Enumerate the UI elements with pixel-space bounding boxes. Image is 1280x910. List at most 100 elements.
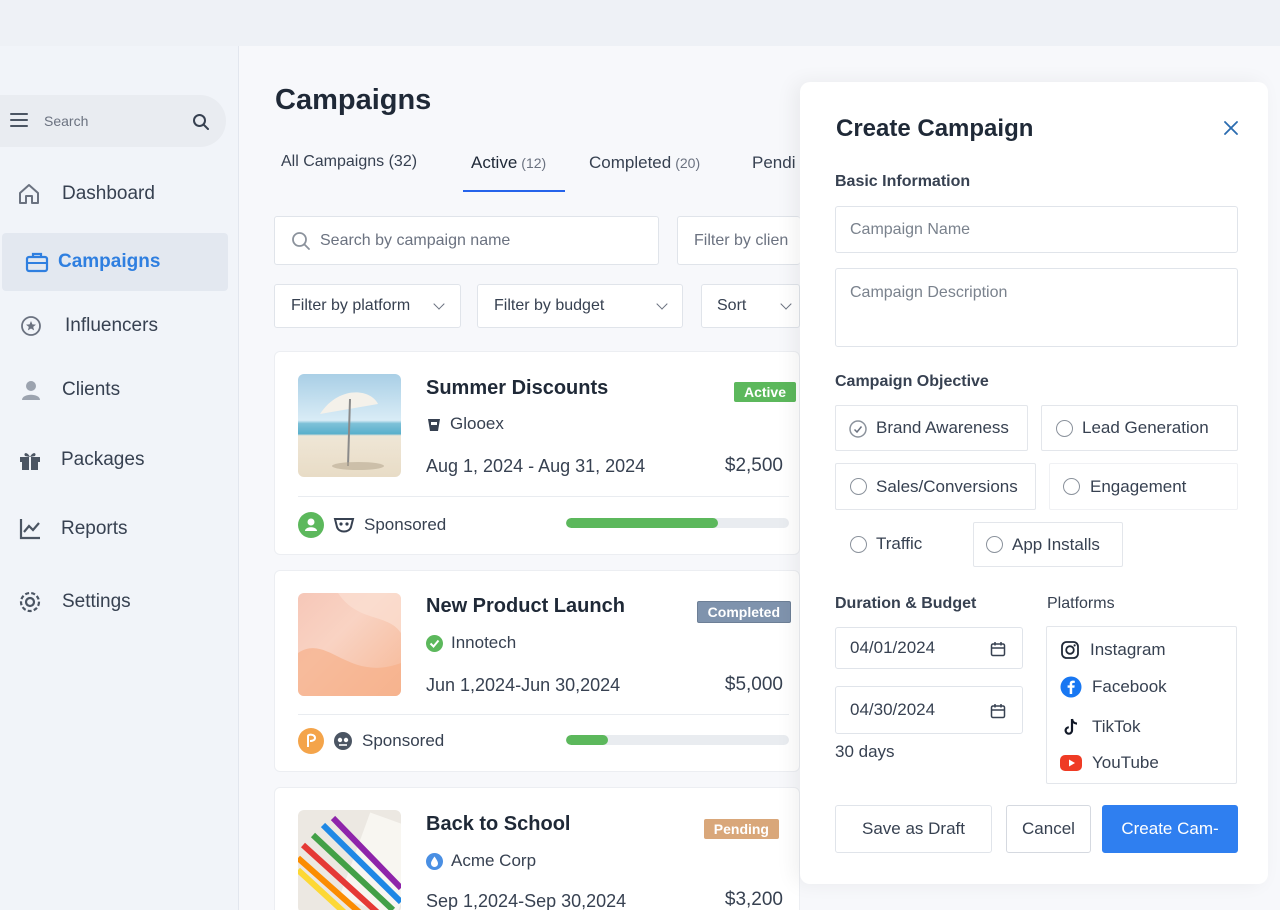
campaign-title: Summer Discounts — [426, 377, 609, 399]
end-date-field[interactable]: 04/30/2024 — [835, 686, 1023, 734]
objective-lead-generation[interactable]: Lead Generation — [1041, 405, 1238, 451]
sidebar-item-clients[interactable]: Clients — [0, 361, 228, 419]
cancel-button[interactable]: Cancel — [1006, 805, 1091, 853]
filter-budget-select[interactable]: Filter by budget — [477, 284, 683, 328]
campaign-client: Innotech — [426, 633, 516, 653]
status-badge: Completed — [696, 601, 791, 623]
close-icon[interactable] — [1222, 119, 1240, 137]
campaign-thumbnail — [298, 374, 401, 477]
platform-youtube[interactable]: YouTube — [1060, 753, 1159, 773]
campaign-tag: Sponsored — [362, 731, 445, 750]
gear-icon — [19, 591, 41, 613]
sidebar-item-campaigns[interactable]: Campaigns — [2, 233, 228, 291]
radio-button — [986, 536, 1003, 553]
tab-active[interactable]: Active (12) — [471, 153, 546, 173]
page-title: Campaigns — [275, 84, 432, 116]
instagram-icon — [1061, 641, 1079, 659]
progress-bar — [566, 735, 789, 745]
gift-icon — [20, 453, 40, 470]
end-date-value: 04/30/2024 — [850, 700, 936, 719]
filter-platform-select[interactable]: Filter by platform — [274, 284, 461, 328]
calendar-icon[interactable] — [990, 641, 1006, 657]
sort-select[interactable]: Sort — [701, 284, 800, 328]
campaign-title: New Product Launch — [426, 595, 625, 617]
platform-label: Instagram — [1090, 640, 1166, 659]
campaign-thumbnail — [298, 593, 401, 696]
chevron-down-icon — [433, 298, 445, 310]
sidebar-item-influencers[interactable]: Influencers — [0, 297, 228, 355]
radio-button — [850, 535, 867, 553]
search-icon — [292, 232, 310, 250]
tab-pending[interactable]: Pendi — [752, 153, 800, 173]
campaign-tag: Sponsored — [364, 515, 447, 534]
briefcase-icon — [25, 252, 49, 273]
campaign-card[interactable]: New Product Launch Completed Innotech Ju… — [274, 570, 800, 772]
tab-completed[interactable]: Completed (20) — [589, 153, 700, 173]
campaign-footer: Sponsored — [298, 512, 446, 538]
tab-count: (12) — [521, 155, 547, 171]
sidebar-item-label: Settings — [62, 591, 131, 612]
objective-engagement[interactable]: Engagement — [1049, 463, 1238, 510]
chevron-down-icon — [656, 298, 668, 310]
sidebar-item-label: Clients — [62, 379, 121, 400]
objective-brand-awareness[interactable]: Brand Awareness — [835, 405, 1028, 451]
progress-fill — [566, 518, 718, 528]
campaign-card[interactable]: Summer Discounts Active Glooex Aug 1, 20… — [274, 351, 800, 555]
campaign-dates: Sep 1,2024-Sep 30,2024 — [426, 891, 627, 910]
client-name: Innotech — [451, 633, 517, 652]
active-tab-indicator — [463, 190, 565, 192]
client-logo-icon — [428, 419, 440, 431]
sidebar-item-settings[interactable]: Settings — [0, 573, 228, 631]
campaign-objective-label: Campaign Objective — [835, 373, 989, 390]
sidebar-item-packages[interactable]: Packages — [0, 431, 228, 489]
sort-label: Sort — [717, 297, 747, 314]
sidebar-search-placeholder: Search — [44, 113, 89, 129]
filter-client-select[interactable]: Filter by clien — [677, 216, 800, 265]
platform-tiktok[interactable]: TikTok — [1060, 716, 1141, 738]
calendar-icon[interactable] — [990, 703, 1006, 719]
status-badge: Pending — [703, 819, 779, 839]
sponsor-icon — [334, 732, 352, 750]
save-draft-button[interactable]: Save as Draft — [835, 805, 992, 853]
status-badge: Active — [733, 382, 796, 402]
check-circle-icon — [426, 634, 443, 652]
objective-traffic[interactable]: Traffic — [835, 522, 965, 566]
platform-instagram[interactable]: Instagram — [1060, 640, 1166, 660]
campaign-search-input[interactable]: Search by campaign name — [274, 216, 659, 265]
campaign-name-field[interactable]: Campaign Name — [835, 206, 1238, 253]
search-icon[interactable] — [192, 113, 210, 131]
tab-all-campaigns[interactable]: All Campaigns (32) — [281, 153, 417, 171]
sidebar-item-label: Reports — [61, 518, 128, 539]
sidebar-item-dashboard[interactable]: Dashboard — [0, 165, 228, 223]
sidebar-item-label: Influencers — [65, 315, 158, 336]
tab-count: (20) — [675, 155, 701, 171]
card-divider — [298, 714, 789, 715]
campaign-description-field[interactable]: Campaign Description — [835, 268, 1238, 347]
check-radio-icon — [849, 420, 867, 438]
campaign-thumbnail — [298, 810, 401, 910]
avatar — [298, 728, 324, 754]
client-name: Acme Corp — [451, 851, 537, 870]
menu-icon[interactable] — [10, 113, 28, 127]
objective-label: Lead Generation — [1082, 418, 1209, 437]
create-campaign-button[interactable]: Create Cam- — [1102, 805, 1238, 853]
sidebar-item-reports[interactable]: Reports — [0, 500, 228, 558]
objective-label: Engagement — [1090, 476, 1187, 496]
platform-label: YouTube — [1092, 753, 1159, 772]
start-date-field[interactable]: 04/01/2024 — [835, 627, 1023, 669]
objective-app-installs[interactable]: App Installs — [973, 522, 1123, 567]
sidebar-search[interactable]: Search — [0, 95, 226, 147]
facebook-icon — [1060, 676, 1082, 698]
campaign-card[interactable]: Back to School Pending Acme Corp Sep 1,2… — [274, 787, 800, 910]
tab-label: Completed — [589, 153, 672, 172]
platform-facebook[interactable]: Facebook — [1060, 676, 1167, 698]
campaign-budget: $5,000 — [724, 674, 783, 695]
objective-sales-conversions[interactable]: Sales/Conversions — [835, 463, 1036, 510]
basic-info-label: Basic Information — [835, 173, 971, 190]
tiktok-icon — [1064, 718, 1078, 735]
campaign-dates: Aug 1, 2024 - Aug 31, 2024 — [426, 456, 646, 476]
star-icon — [21, 316, 41, 336]
client-name: Glooex — [450, 414, 504, 433]
duration-budget-label: Duration & Budget — [835, 595, 977, 612]
duration-days: 30 days — [835, 742, 895, 761]
